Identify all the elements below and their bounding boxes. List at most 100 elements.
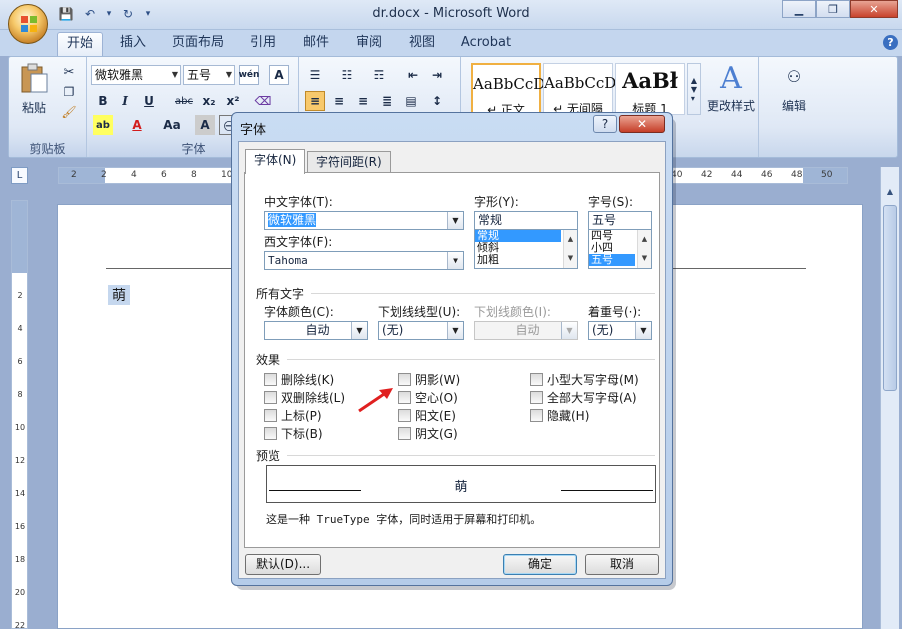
ok-button[interactable]: 确定 <box>503 554 577 575</box>
tab-selector[interactable]: L <box>11 167 28 184</box>
size-option-selected[interactable]: 五号 <box>589 254 635 266</box>
format-painter-icon[interactable]: 🖌 <box>59 103 79 121</box>
superscript-checkbox[interactable]: 上标(P) <box>264 407 322 424</box>
bullets-icon[interactable]: ☰ <box>305 65 325 85</box>
font-color-dropdown[interactable]: 自动 ▼ <box>264 321 368 340</box>
tab-insert[interactable]: 插入 <box>113 32 153 56</box>
tab-page-layout[interactable]: 页面布局 <box>166 32 230 56</box>
scroll-up-icon[interactable]: ▲ <box>883 185 897 199</box>
tab-mailings[interactable]: 邮件 <box>296 32 336 56</box>
tab-references[interactable]: 引用 <box>243 32 283 56</box>
cancel-button[interactable]: 取消 <box>585 554 659 575</box>
underline-type-dropdown[interactable]: (无) ▼ <box>378 321 464 340</box>
change-styles-icon[interactable]: A <box>711 61 751 96</box>
decrease-indent-icon[interactable]: ⇤ <box>403 65 423 85</box>
align-center-icon[interactable]: ≡ <box>329 91 349 111</box>
underline-button[interactable]: U <box>139 91 159 111</box>
paste-button[interactable]: 粘贴 <box>13 99 55 115</box>
style-input[interactable]: 常规 <box>474 211 578 230</box>
style-listbox-scrollbar[interactable]: ▲ ▼ <box>563 230 577 268</box>
increase-indent-icon[interactable]: ⇥ <box>427 65 447 85</box>
emboss-checkbox[interactable]: 阳文(E) <box>398 407 456 424</box>
tab-character-spacing[interactable]: 字符间距(R) <box>307 151 391 173</box>
baidu-watermark-logo: Bai 经验 <box>690 551 823 589</box>
italic-button[interactable]: I <box>115 91 135 111</box>
minimize-button[interactable]: ▁ <box>782 0 816 18</box>
engrave-checkbox[interactable]: 阴文(G) <box>398 425 458 442</box>
clipboard-group-label: 剪贴板 <box>9 141 86 157</box>
cn-font-dropdown[interactable]: 微软雅黑 ▼ <box>264 211 464 230</box>
effects-label: 效果 <box>256 353 281 367</box>
superscript-button[interactable]: x² <box>223 91 243 111</box>
font-size-combo[interactable]: 五号 ▼ <box>183 65 235 85</box>
justify-icon[interactable]: ≣ <box>377 91 397 111</box>
style-listbox[interactable]: 常规 倾斜 加粗 ▲ ▼ <box>474 229 578 269</box>
subscript-checkbox[interactable]: 下标(B) <box>264 425 323 442</box>
distributed-icon[interactable]: ▤ <box>401 91 421 111</box>
hidden-checkbox[interactable]: 隐藏(H) <box>530 407 589 424</box>
selected-text[interactable]: 萌 <box>108 285 130 305</box>
dialog-close-button[interactable]: ✕ <box>619 115 665 133</box>
tab-acrobat[interactable]: Acrobat <box>455 32 517 56</box>
numbering-icon[interactable]: ☷ <box>337 65 357 85</box>
subscript-button[interactable]: x₂ <box>199 91 219 111</box>
close-button[interactable]: ✕ <box>850 0 898 18</box>
line-spacing-icon[interactable]: ↕ <box>427 91 447 111</box>
size-listbox[interactable]: 四号 小四 五号 ▲ ▼ <box>588 229 652 269</box>
ruler-tick: 48 <box>791 170 803 180</box>
dialog-help-button[interactable]: ? <box>593 115 617 133</box>
help-icon[interactable]: ? <box>883 35 898 50</box>
char-shading-button[interactable]: A <box>195 115 215 135</box>
hidden-label: 隐藏(H) <box>547 409 590 423</box>
binoculars-icon[interactable]: ⚇ <box>781 63 807 89</box>
size-input[interactable]: 五号 <box>588 211 652 230</box>
styles-gallery-scroll[interactable]: ▲ ▼ ▾ <box>687 63 701 115</box>
style-option-bold[interactable]: 加粗 <box>475 254 577 266</box>
align-right-icon[interactable]: ≡ <box>353 91 373 111</box>
change-styles-button[interactable]: 更改样式 <box>701 97 761 113</box>
copy-icon[interactable]: ❐ <box>59 83 79 101</box>
tab-review[interactable]: 审阅 <box>349 32 389 56</box>
vertical-scrollbar[interactable]: ▲ <box>880 167 899 629</box>
style-normal[interactable]: AaBbCcD ↵ 正文 <box>471 63 545 117</box>
clipboard-group: 粘贴 ✂ ❐ 🖌 剪贴板 <box>9 57 87 157</box>
all-caps-checkbox[interactable]: 全部大写字母(A) <box>530 389 637 406</box>
bold-button[interactable]: B <box>93 91 113 111</box>
style-no-spacing[interactable]: AaBbCcD ↵ 无间隔 <box>543 63 616 116</box>
strikethrough-checkbox[interactable]: 删除线(K) <box>264 371 334 388</box>
vertical-ruler[interactable]: 2 4 6 8 10 12 14 16 18 20 22 <box>11 200 28 629</box>
chevron-down-icon: ▼ <box>351 322 367 339</box>
double-strikethrough-label: 双删除线(L) <box>281 391 346 405</box>
align-left-icon[interactable]: ≡ <box>305 91 325 111</box>
office-button[interactable] <box>8 4 48 44</box>
multilevel-list-icon[interactable]: ☶ <box>369 65 389 85</box>
ruler-tick: 18 <box>14 555 26 564</box>
paste-icon[interactable] <box>15 61 53 95</box>
emphasis-dropdown[interactable]: (无) ▼ <box>588 321 652 340</box>
west-font-dropdown[interactable]: Tahoma ▼ <box>264 251 464 270</box>
tab-font[interactable]: 字体(N) <box>245 149 306 174</box>
tab-view[interactable]: 视图 <box>402 32 442 56</box>
style-heading-1[interactable]: AaBł 标题 1 <box>615 63 685 116</box>
size-listbox-scrollbar[interactable]: ▲ ▼ <box>637 230 651 268</box>
font-name-combo[interactable]: 微软雅黑 ▼ <box>91 65 181 85</box>
double-strikethrough-checkbox[interactable]: 双删除线(L) <box>264 389 345 406</box>
shadow-checkbox[interactable]: 阴影(W) <box>398 371 460 388</box>
strikethrough-button[interactable]: abc <box>171 91 197 111</box>
outline-label: 空心(O) <box>415 391 458 405</box>
clear-format-icon[interactable]: ⌫ <box>253 91 273 111</box>
change-case-button[interactable]: Aa <box>159 115 185 135</box>
cut-icon[interactable]: ✂ <box>59 63 79 81</box>
window-title: dr.docx - Microsoft Word <box>372 6 530 21</box>
highlight-icon[interactable]: ab <box>93 115 113 135</box>
phonetic-guide-button[interactable]: wén <box>239 65 259 85</box>
default-button[interactable]: 默认(D)... <box>245 554 321 575</box>
small-caps-checkbox[interactable]: 小型大写字母(M) <box>530 371 639 388</box>
restore-button[interactable]: ❐ <box>816 0 850 18</box>
outline-checkbox[interactable]: 空心(O) <box>398 389 458 406</box>
char-border-button[interactable]: A <box>269 65 289 85</box>
editing-button[interactable]: 编辑 <box>771 97 817 113</box>
font-color-button[interactable]: A <box>127 115 147 135</box>
scroll-thumb[interactable] <box>883 205 897 391</box>
tab-home[interactable]: 开始 <box>57 32 103 56</box>
